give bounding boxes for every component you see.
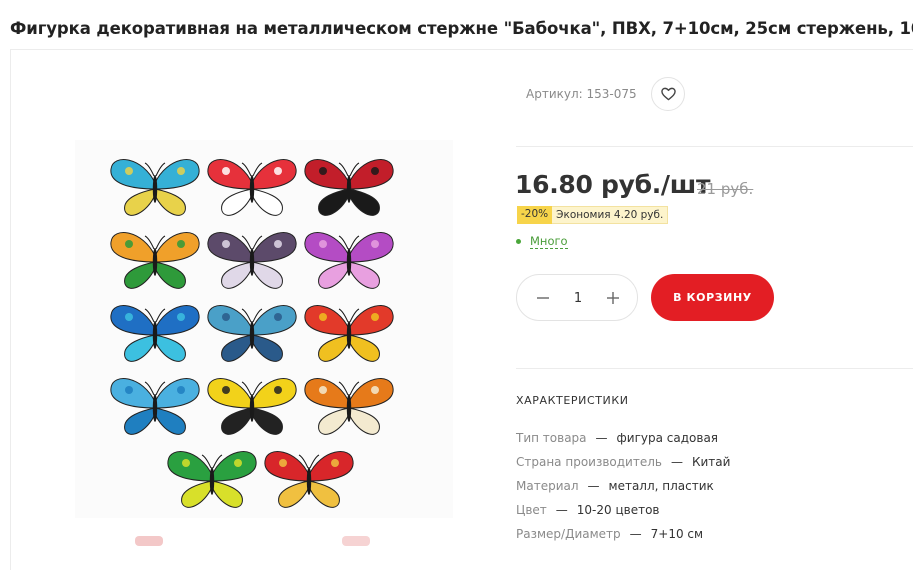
butterfly-figure [110,159,200,216]
quantity-stepper: 1 [516,274,638,321]
price: 16.80 руб./шт [515,170,711,199]
butterfly-figure [207,378,297,435]
butterfly-figure [110,305,200,362]
add-to-cart-button[interactable]: В КОРЗИНУ [651,274,774,321]
specs-title: ХАРАКТЕРИСТИКИ [516,394,629,407]
spec-dash: — [670,455,683,469]
butterfly-figure [207,305,297,362]
spec-dash: — [629,527,642,541]
discount-badge: -20% [517,206,553,224]
spec-row: Тип товара — фигура садовая [516,431,718,445]
favorite-button[interactable] [651,77,685,111]
butterfly-figure [207,232,297,289]
quantity-increase-button[interactable] [603,288,623,308]
butterfly-figure [207,159,297,216]
butterfly-figure [304,305,394,362]
stock-status: Много [516,234,568,249]
butterfly-figure [304,232,394,289]
divider-middle [516,368,913,369]
spec-row: Страна производитель — Китай [516,455,730,469]
divider-top [516,146,913,147]
spec-name: Размер/Диаметр [516,527,621,541]
spec-dash: — [587,479,600,493]
butterfly-figure [110,232,200,289]
spec-value: 7+10 см [650,527,704,541]
quantity-value[interactable]: 1 [569,291,587,306]
stock-dot-icon [516,239,521,244]
minus-icon [537,297,549,299]
spec-row: Материал — металл, пластик [516,479,714,493]
spec-name: Материал [516,479,579,493]
spec-row: Цвет — 10-20 цветов [516,503,659,517]
spec-value: фигура садовая [616,431,719,445]
spec-dash: — [555,503,568,517]
spec-value: Китай [691,455,731,469]
old-price: 21 руб. [697,180,754,198]
thumbnail-1[interactable] [135,536,163,546]
spec-name: Тип товара [516,431,587,445]
spec-name: Цвет [516,503,547,517]
product-title: Фигурка декоративная на металлическом ст… [10,19,913,38]
butterfly-figure [264,451,354,508]
spec-name: Страна производитель [516,455,662,469]
butterfly-figure [304,378,394,435]
savings-badge: Экономия 4.20 руб. [552,206,669,224]
product-sku: Артикул: 153-075 [526,87,637,101]
discount-badges: -20% Экономия 4.20 руб. [517,206,669,224]
butterfly-figure [110,378,200,435]
product-image[interactable] [75,140,453,518]
stock-label[interactable]: Много [530,234,568,249]
spec-dash: — [595,431,608,445]
thumbnail-strip [130,536,390,546]
spec-row: Размер/Диаметр — 7+10 см [516,527,703,541]
thumbnail-2[interactable] [342,536,370,546]
spec-value: 10-20 цветов [576,503,660,517]
heart-icon [660,87,676,101]
butterfly-figure [304,159,394,216]
butterfly-figure [167,451,257,508]
plus-icon [607,292,619,304]
butterfly-grid [110,159,394,508]
quantity-decrease-button[interactable] [533,288,553,308]
spec-value: металл, пластик [608,479,714,493]
